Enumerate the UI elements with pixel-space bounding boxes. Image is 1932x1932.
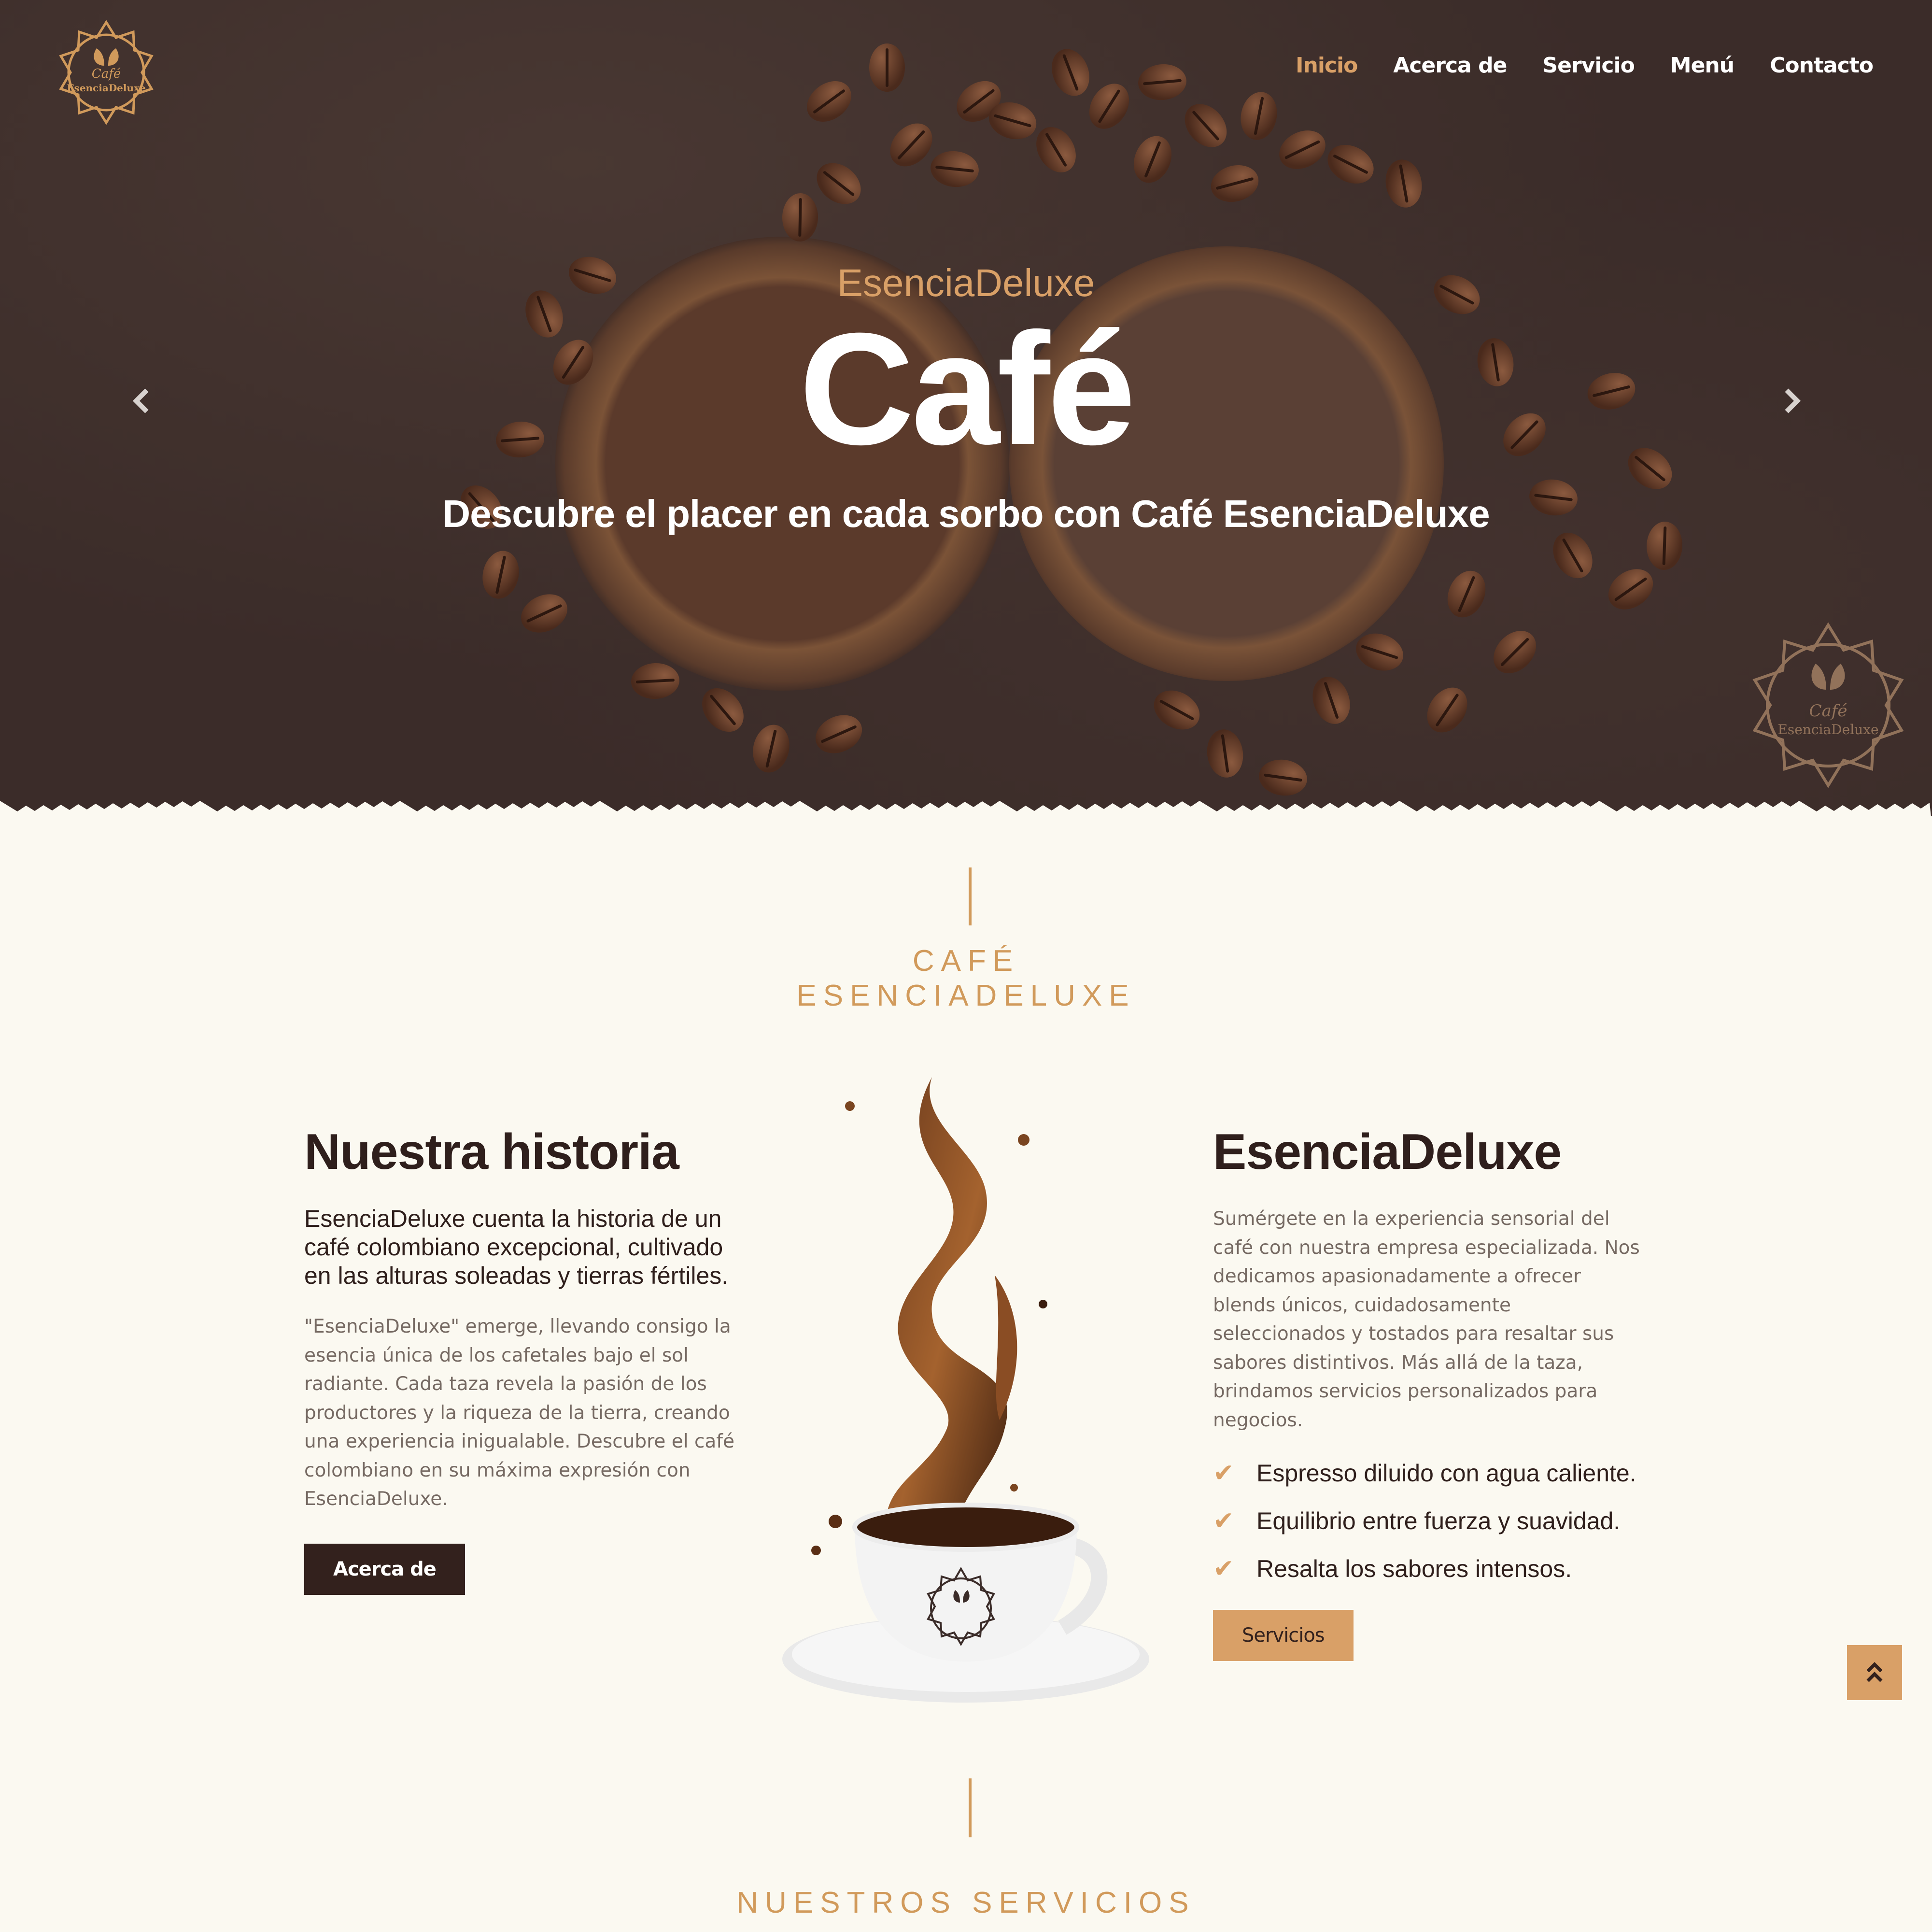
nav-item-contacto[interactable]: Contacto (1770, 53, 1874, 78)
coffee-bean-image (1440, 565, 1493, 624)
history-column: Nuestra historia EsenciaDeluxe cuenta la… (304, 1121, 739, 1595)
coffee-bean-image (1237, 88, 1281, 143)
list-item: ✔ Espresso diluido con agua caliente. (1213, 1459, 1648, 1506)
seal-text-cafe: Café (1809, 701, 1847, 721)
coffee-bean-image (1147, 682, 1207, 738)
coffee-bean-image (1272, 123, 1332, 177)
section-label-services: NUESTROS SERVICIOS (736, 1886, 1196, 1919)
nav-item-servicio[interactable]: Servicio (1542, 53, 1635, 78)
coffee-bean-image (1045, 43, 1096, 101)
coffee-bean-image (515, 587, 574, 640)
coffee-bean-image (782, 193, 818, 242)
check-icon: ✔ (1213, 1459, 1234, 1488)
coffee-bean-image (929, 148, 981, 190)
coffee-bean-image (478, 547, 523, 602)
about-button[interactable]: Acerca de (304, 1543, 465, 1595)
coffee-bean-image (1321, 137, 1381, 191)
company-body: Sumérgete en la experiencia sensorial de… (1213, 1208, 1640, 1431)
feature-text: Espresso diluido con agua caliente. (1256, 1460, 1636, 1487)
coffee-bean-image (1207, 160, 1263, 207)
coffee-bean-image (630, 662, 680, 700)
feature-text: Equilibrio entre fuerza y suavidad. (1256, 1507, 1621, 1534)
section-label-line1: CAFÉ (912, 944, 1020, 978)
feature-list: ✔ Espresso diluido con agua caliente. ✔ … (1213, 1459, 1648, 1602)
coffee-bean-image (1306, 671, 1356, 729)
main-nav: Inicio Acerca de Servicio Menú Contacto (1296, 53, 1874, 78)
company-column: EsenciaDeluxe Sumérgete en la experienci… (1213, 1121, 1648, 1661)
feature-text: Resalta los sabores intensos. (1256, 1555, 1572, 1582)
torn-paper-divider (0, 801, 1932, 826)
services-button[interactable]: Servicios (1213, 1610, 1354, 1661)
site-logo[interactable]: Café EsenciaDeluxe (52, 18, 160, 127)
coffee-bean-image (693, 680, 752, 740)
history-lead: EsenciaDeluxe cuenta la historia de un c… (304, 1205, 729, 1289)
coffee-bean-image (1136, 62, 1188, 102)
coffee-bean-image (808, 155, 869, 213)
coffee-bean-image (1485, 622, 1545, 682)
coffee-bean-image (1081, 76, 1137, 137)
coffee-bean-image (1382, 156, 1426, 211)
hero-title: Café (799, 299, 1136, 478)
seal-text-brand: EsenciaDeluxe (1777, 722, 1879, 738)
coffee-bean-image (1419, 680, 1476, 740)
history-body: "EsenciaDeluxe" emerge, llevando consigo… (304, 1316, 735, 1510)
nav-item-menu[interactable]: Menú (1670, 53, 1735, 78)
hero-subtitle: EsenciaDeluxe (837, 261, 1095, 304)
coffee-bean-image (748, 721, 794, 777)
nav-item-inicio[interactable]: Inicio (1296, 53, 1358, 78)
brand-seal-watermark: Café EsenciaDeluxe (1742, 619, 1914, 791)
coffee-bean-image (1176, 96, 1235, 156)
company-heading: EsenciaDeluxe (1213, 1124, 1562, 1180)
coffee-splash-cup-icon (782, 1077, 1149, 1703)
section-label-line2: ESENCIADELUXE (796, 979, 1136, 1012)
hero-tagline: Descubre el placer en cada sorbo con Caf… (442, 492, 1490, 535)
check-icon: ✔ (1213, 1506, 1234, 1535)
hero-banner: Café EsenciaDeluxe Inicio Acerca de Serv… (0, 0, 1932, 816)
list-item: ✔ Equilibrio entre fuerza y suavidad. (1213, 1506, 1648, 1554)
double-chevron-up-icon (1866, 1662, 1883, 1682)
coffee-bean-image (869, 43, 905, 92)
section-divider-line (969, 1778, 972, 1837)
coffee-cup-splash-image (773, 1063, 1159, 1710)
scroll-to-top-button[interactable] (1847, 1645, 1902, 1700)
list-item: ✔ Resalta los sabores intensos. (1213, 1554, 1648, 1602)
nav-item-acerca-de[interactable]: Acerca de (1393, 53, 1507, 78)
section-divider-line (969, 867, 972, 925)
history-heading: Nuestra historia (304, 1124, 679, 1180)
coffee-bean-image (809, 708, 868, 761)
logo-text-brand: EsenciaDeluxe (67, 82, 146, 94)
coffee-bean-image (1028, 120, 1084, 180)
coffee-bean-image (1127, 130, 1179, 189)
coffee-bean-image (1204, 727, 1246, 780)
coffee-bean-image (799, 72, 860, 130)
logo-text-cafe: Café (91, 67, 121, 81)
check-icon: ✔ (1213, 1554, 1234, 1583)
coffee-bean-image (1600, 561, 1661, 618)
